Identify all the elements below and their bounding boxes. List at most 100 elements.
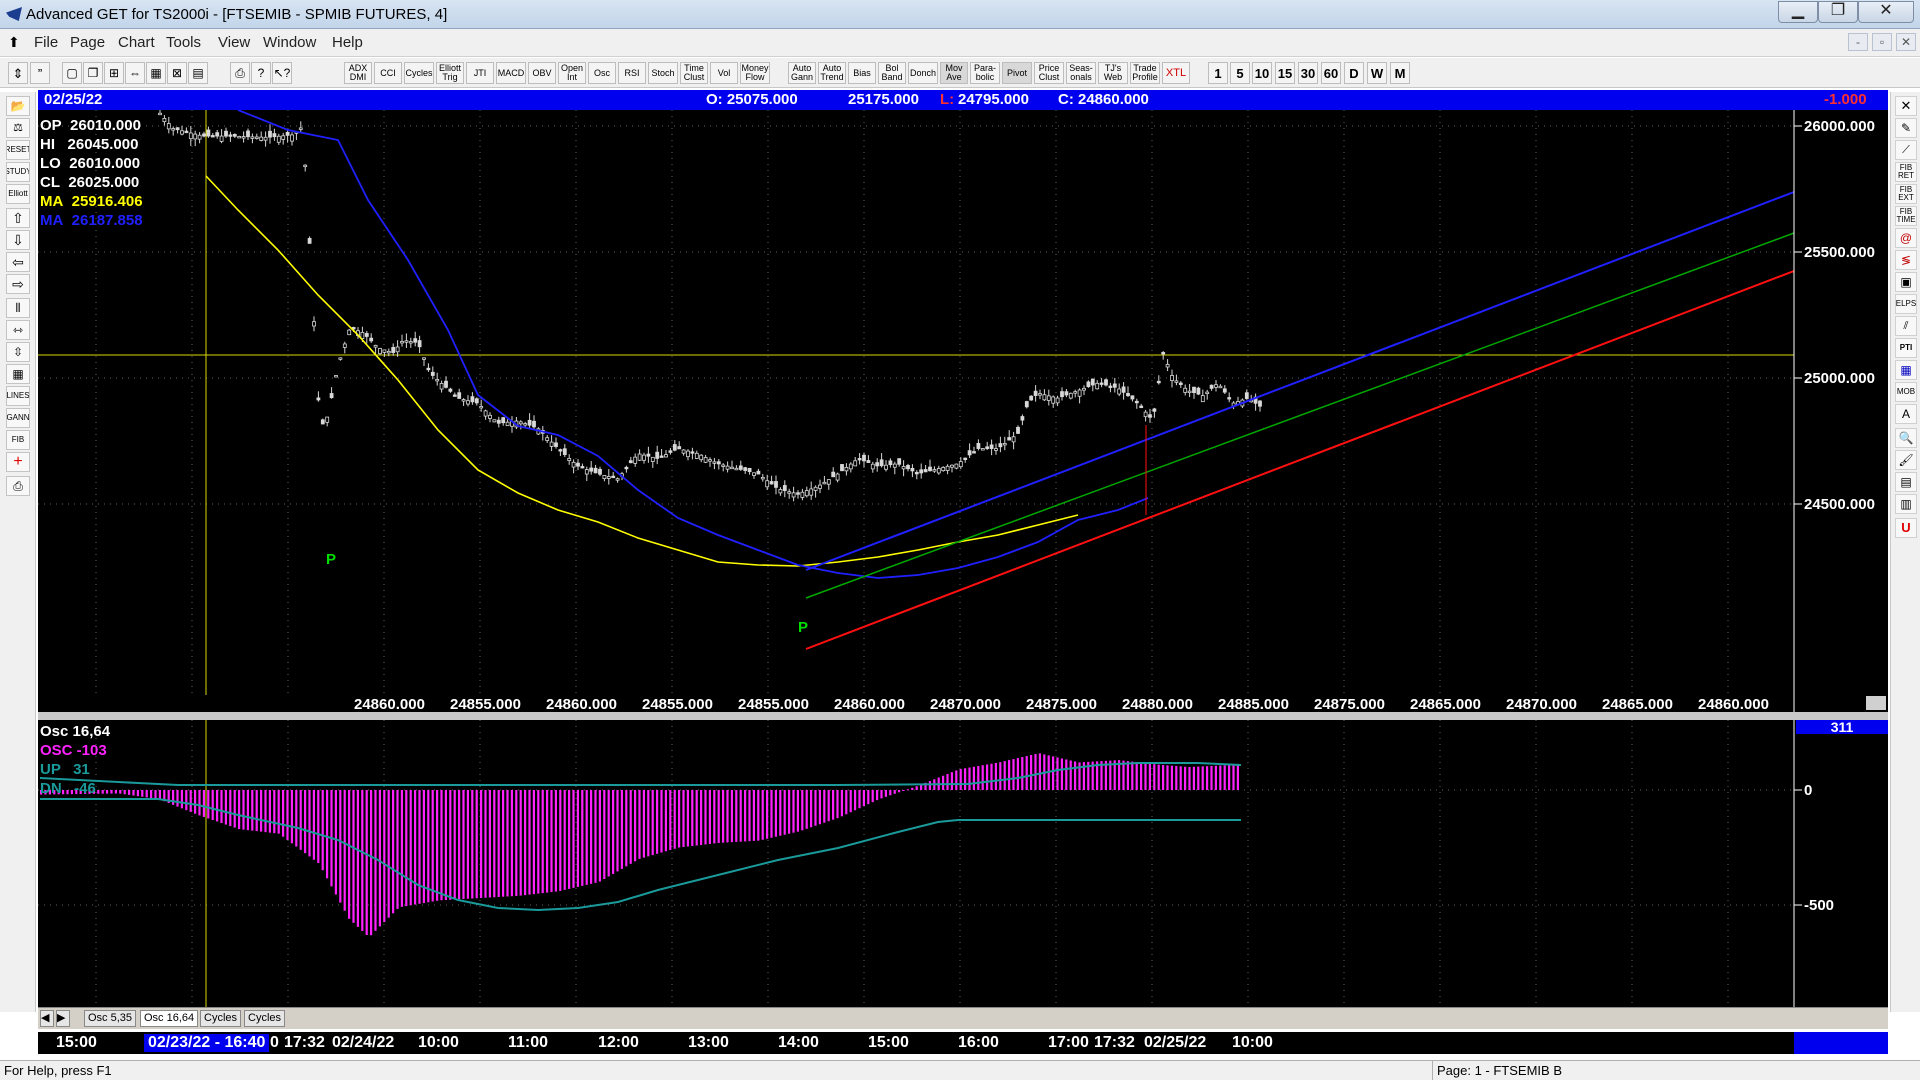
period-5-button[interactable]: 5 xyxy=(1230,62,1250,84)
study-open-int-button[interactable]: Open Int xyxy=(558,62,586,84)
box-icon[interactable]: ▣ xyxy=(1895,272,1917,292)
menu-page[interactable]: Page xyxy=(70,34,105,51)
study-icon[interactable]: STUDY xyxy=(6,162,30,182)
study-obv-button[interactable]: OBV xyxy=(528,62,556,84)
menu-file[interactable]: File xyxy=(34,34,58,51)
new-icon[interactable]: ▢ xyxy=(62,62,82,84)
oscillator-chart[interactable]: 311 0 -500 Osc 16,64 OSC -103 UP 31 DN -4… xyxy=(38,719,1888,1007)
study-osc-button[interactable]: Osc xyxy=(588,62,616,84)
period-1-button[interactable]: 1 xyxy=(1208,62,1228,84)
study-bol-band-button[interactable]: Bol Band xyxy=(878,62,906,84)
period-10-button[interactable]: 10 xyxy=(1252,62,1272,84)
study-vol-button[interactable]: Vol xyxy=(710,62,738,84)
help-pointer-icon[interactable]: ↖? xyxy=(272,62,292,84)
study-rsi-button[interactable]: RSI xyxy=(618,62,646,84)
zoom-vertical-icon[interactable]: ⇳ xyxy=(6,342,30,362)
tab-osc-16-64[interactable]: Osc 16,64 xyxy=(140,1010,199,1027)
study-cycles-button[interactable]: Cycles xyxy=(404,62,434,84)
study-pivot-button[interactable]: Pivot xyxy=(1002,62,1032,84)
pin-icon[interactable]: ⇕ xyxy=(8,62,28,84)
study-tjs-web-button[interactable]: TJ's Web xyxy=(1098,62,1128,84)
mdi-restore-button[interactable]: ▫ xyxy=(1872,33,1892,51)
period-d-button[interactable]: D xyxy=(1344,62,1364,84)
price-chart[interactable]: P P 26000.000 25500.000 25000.000 24500.000… xyxy=(38,108,1888,713)
close-x-icon[interactable]: ✕ xyxy=(1895,96,1917,116)
minimize-button[interactable]: ▁ xyxy=(1778,1,1818,23)
question-icon[interactable]: ? xyxy=(251,62,271,84)
magnifier-icon[interactable]: 🔍 xyxy=(1895,428,1917,448)
study-parabolic-button[interactable]: Para-bolic xyxy=(970,62,1000,84)
scale-icon[interactable]: ⚖ xyxy=(6,118,30,138)
channel-icon[interactable]: ⫽ xyxy=(1895,316,1917,336)
diagonal-line-icon[interactable]: ⟋ xyxy=(1895,140,1917,160)
paint-icon[interactable]: 🖌 xyxy=(1895,450,1917,470)
study-auto-trend-button[interactable]: Auto Trend xyxy=(818,62,846,84)
menu-window[interactable]: Window xyxy=(263,34,316,51)
undo-icon[interactable]: U xyxy=(1895,518,1917,538)
mdi-close-button[interactable]: ✕ xyxy=(1896,33,1916,51)
fib-time-icon[interactable]: FIB TIME xyxy=(1895,206,1917,226)
study-xtl-button[interactable]: XTL xyxy=(1162,62,1190,84)
arrow-up-icon[interactable]: ⇧ xyxy=(6,208,30,228)
menu-chart[interactable]: Chart xyxy=(118,34,155,51)
tab-scroll-left-icon[interactable]: ◀ xyxy=(40,1010,54,1027)
menu-help[interactable]: Help xyxy=(332,34,363,51)
pin-icon[interactable]: ⬆ xyxy=(8,34,22,50)
folder-icon[interactable]: 📂 xyxy=(6,96,30,116)
study-auto-gann-button[interactable]: Auto Gann xyxy=(788,62,816,84)
ellipse-icon[interactable]: ELPS xyxy=(1895,294,1917,314)
study-money-flow-button[interactable]: Money Flow xyxy=(740,62,770,84)
menu-tools[interactable]: Tools xyxy=(166,34,201,51)
study-cci-button[interactable]: CCI xyxy=(374,62,402,84)
study-price-clust-button[interactable]: Price Clust xyxy=(1034,62,1064,84)
period-60-button[interactable]: 60 xyxy=(1321,62,1341,84)
study-jti-button[interactable]: JTI xyxy=(466,62,494,84)
fib-icon[interactable]: FIB xyxy=(6,430,30,450)
grid-tool-icon[interactable]: ▦ xyxy=(1895,360,1917,380)
scroll-corner-icon[interactable] xyxy=(1866,696,1886,710)
mob-icon[interactable]: MOB xyxy=(1895,382,1917,402)
maximize-button[interactable]: ❐ xyxy=(1818,1,1858,23)
arrow-right-icon[interactable]: ⇨ xyxy=(6,274,30,294)
bars-icon[interactable]: ⫴ xyxy=(6,298,30,318)
print-icon[interactable]: ⎙ xyxy=(230,62,250,84)
close-button[interactable]: ✕ xyxy=(1858,1,1914,23)
study-macd-button[interactable]: MACD xyxy=(496,62,526,84)
mdi-minimize-button[interactable]: - xyxy=(1848,33,1868,51)
tab-cycles-1[interactable]: Cycles xyxy=(200,1010,242,1027)
gann-icon[interactable]: GANN xyxy=(6,408,30,428)
copy-icon[interactable]: ❐ xyxy=(83,62,103,84)
quote-icon[interactable]: ” xyxy=(30,62,50,84)
study-bias-button[interactable]: Bias xyxy=(848,62,876,84)
layout-icon[interactable]: ▦ xyxy=(146,62,166,84)
study-mov-ave-button[interactable]: Mov Ave xyxy=(940,62,968,84)
study-adx-dmi-button[interactable]: ADX DMI xyxy=(344,62,372,84)
pane-divider[interactable] xyxy=(38,712,1888,720)
study-time-clust-button[interactable]: Time Clust xyxy=(680,62,708,84)
grid-icon[interactable]: ⊞ xyxy=(104,62,124,84)
spiral-icon[interactable]: @ xyxy=(1895,228,1917,248)
pencil-icon[interactable]: ✎ xyxy=(1895,118,1917,138)
text-tool-icon[interactable]: A xyxy=(1895,404,1917,424)
period-15-button[interactable]: 15 xyxy=(1275,62,1295,84)
study-elliott-trig-button[interactable]: Elliott Trig xyxy=(436,62,464,84)
fan-icon[interactable]: ≶ xyxy=(1895,250,1917,270)
menu-view[interactable]: View xyxy=(218,34,250,51)
price-chart-svg[interactable]: P P 26000.000 25500.000 25000.000 24500.000… xyxy=(38,108,1888,713)
study-trade-profile-button[interactable]: Trade Profile xyxy=(1130,62,1160,84)
calc-icon[interactable]: ▥ xyxy=(1895,494,1917,514)
oscillator-chart-svg[interactable]: 311 0 -500 xyxy=(38,719,1888,1007)
tab-osc-5-35[interactable]: Osc 5,35 xyxy=(84,1010,137,1027)
period-30-button[interactable]: 30 xyxy=(1298,62,1318,84)
arrange-icon[interactable]: ⇔ xyxy=(125,62,145,84)
arrow-left-icon[interactable]: ⇦ xyxy=(6,252,30,272)
tab-scroll-right-icon[interactable]: ▶ xyxy=(56,1010,70,1027)
crosshair-icon[interactable]: + xyxy=(6,452,30,472)
reset-icon[interactable]: RESET xyxy=(6,140,30,160)
period-m-button[interactable]: M xyxy=(1390,62,1410,84)
fib-ret-icon[interactable]: FIB RET xyxy=(1895,162,1917,182)
tab-cycles-2[interactable]: Cycles xyxy=(244,1010,286,1027)
fib-ext-icon[interactable]: FIB EXT xyxy=(1895,184,1917,204)
table-icon[interactable]: ▦ xyxy=(6,364,30,384)
ruler-icon[interactable]: ▤ xyxy=(1895,472,1917,492)
